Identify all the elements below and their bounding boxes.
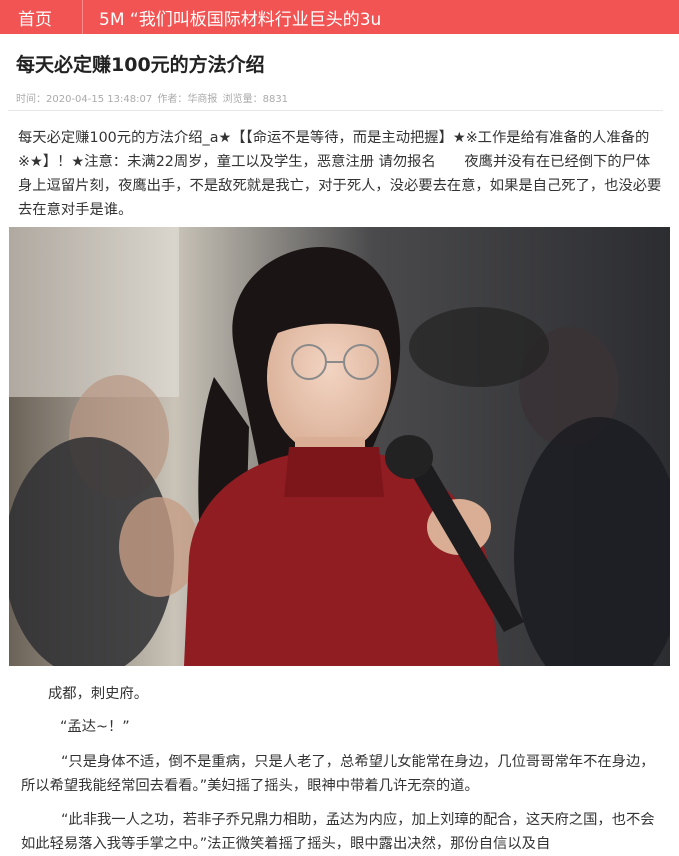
article-photo bbox=[9, 227, 670, 666]
paragraph: “只是身体不适，倒不是重病，只是人老了，总希望儿女能常在身边，几位哥哥常年不在身… bbox=[21, 754, 655, 794]
author: 作者：华商报 bbox=[157, 94, 218, 105]
paragraph: “孟达~！” bbox=[60, 719, 130, 735]
view-count: 浏览量：8831 bbox=[222, 94, 289, 105]
publish-time: 时间：2020-04-15 13:48:07 bbox=[16, 94, 153, 105]
article-intro: 每天必定赚100元的方法介绍_a★【【命运不是等待，而是主动把握】★※工作是给有… bbox=[18, 130, 662, 218]
article-meta: 时间：2020-04-15 13:48:07 作者：华商报 浏览量：8831 bbox=[16, 90, 290, 105]
news-ticker[interactable]: 5M “我们叫板国际材料行业巨头的3u bbox=[83, 5, 669, 30]
article-title: 每天必定赚100元的方法介绍 bbox=[16, 54, 265, 76]
reporter-photo-illustration bbox=[9, 227, 670, 666]
paragraph: 成都，刺史府。 bbox=[48, 686, 149, 702]
home-link[interactable]: 首页 bbox=[0, 5, 82, 30]
top-nav-bar: 首页 5M “我们叫板国际材料行业巨头的3u bbox=[0, 0, 679, 34]
paragraph: “此非我一人之功，若非子乔兄鼎力相助，孟达为内应，加上刘璋的配合，这天府之国，也… bbox=[21, 812, 655, 852]
title-divider bbox=[8, 110, 663, 111]
